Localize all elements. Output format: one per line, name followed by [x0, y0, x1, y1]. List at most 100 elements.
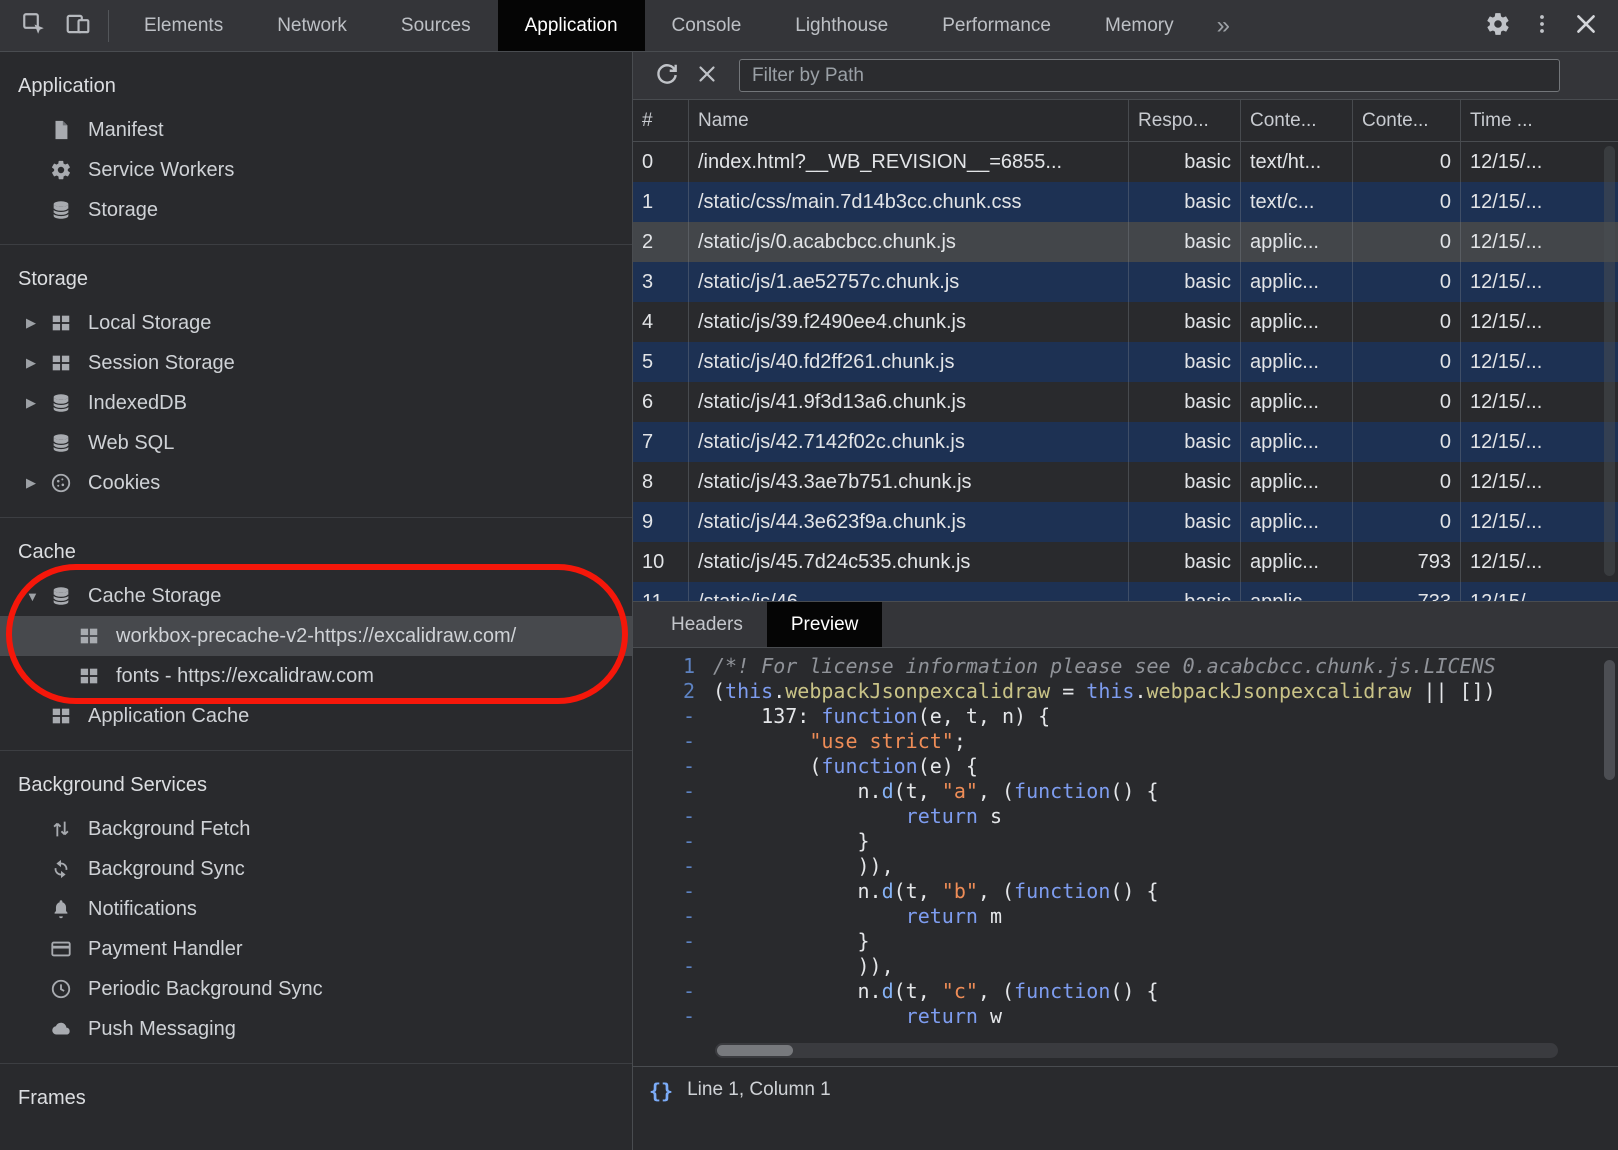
sidebar-item-cookies[interactable]: ▶Cookies — [0, 463, 632, 503]
sidebar-item-storage[interactable]: Storage — [0, 190, 632, 230]
cache-entry-row-6[interactable]: 6/static/js/41.9f3d13a6.chunk.jsbasicapp… — [633, 382, 1618, 422]
column-header-5[interactable]: Time ... — [1461, 100, 1618, 141]
line-number[interactable]: - — [633, 929, 713, 954]
sidebar-item-periodic-background-sync[interactable]: Periodic Background Sync — [0, 969, 632, 1009]
line-number[interactable]: - — [633, 729, 713, 754]
triangle-right-icon[interactable]: ▶ — [26, 395, 50, 411]
line-number[interactable]: - — [633, 1004, 713, 1029]
line-number[interactable]: - — [633, 879, 713, 904]
line-number[interactable]: - — [633, 804, 713, 829]
sidebar-item-fonts-https-excalidraw-com[interactable]: fonts - https://excalidraw.com — [0, 656, 632, 696]
column-header-3[interactable]: Conte... — [1241, 100, 1353, 141]
cache-entry-row-10[interactable]: 10/static/js/45.7d24c535.chunk.jsbasicap… — [633, 542, 1618, 582]
line-number[interactable]: 1 — [633, 654, 713, 679]
cell: 12/15/... — [1461, 382, 1618, 422]
clear-button[interactable] — [687, 56, 727, 96]
sidebar-item-cache-storage[interactable]: ▼Cache Storage — [0, 576, 632, 616]
code-vertical-scrollbar[interactable] — [1604, 660, 1615, 780]
tab-console[interactable]: Console — [645, 0, 769, 51]
refresh-button[interactable] — [647, 56, 687, 96]
device-toolbar-icon — [65, 11, 91, 40]
cloud-icon — [50, 1017, 76, 1041]
tab-performance[interactable]: Performance — [915, 0, 1078, 51]
braces-icon: {} — [649, 1079, 673, 1103]
tab-sources[interactable]: Sources — [374, 0, 498, 51]
application-sidebar: ApplicationManifestService WorkersStorag… — [0, 52, 633, 1150]
cache-entry-row-9[interactable]: 9/static/js/44.3e623f9a.chunk.jsbasicapp… — [633, 502, 1618, 542]
column-header-1[interactable]: Name — [689, 100, 1129, 141]
preview-tab-preview[interactable]: Preview — [767, 602, 883, 647]
code-text: n.d(t, "c", (function() { — [713, 979, 1618, 1004]
line-number[interactable]: - — [633, 829, 713, 854]
cell: /static/js/40.fd2ff261.chunk.js — [689, 342, 1129, 382]
sidebar-item-application-cache[interactable]: Application Cache — [0, 696, 632, 736]
tab-application[interactable]: Application — [498, 0, 645, 51]
triangle-right-icon[interactable]: ▶ — [26, 355, 50, 371]
fetch-arrows-icon — [50, 817, 76, 841]
sidebar-item-indexeddb[interactable]: ▶IndexedDB — [0, 383, 632, 423]
triangle-right-icon[interactable]: ▶ — [26, 475, 50, 491]
line-number[interactable]: - — [633, 754, 713, 779]
cache-entry-row-8[interactable]: 8/static/js/43.3ae7b751.chunk.jsbasicapp… — [633, 462, 1618, 502]
code-text: (this.webpackJsonpexcalidraw = this.webp… — [713, 679, 1618, 704]
sidebar-item-background-fetch[interactable]: Background Fetch — [0, 809, 632, 849]
line-number[interactable]: 2 — [633, 679, 713, 704]
settings-button[interactable] — [1476, 4, 1520, 48]
sidebar-item-push-messaging[interactable]: Push Messaging — [0, 1009, 632, 1049]
table-vertical-scrollbar[interactable] — [1604, 146, 1615, 576]
sidebar-item-background-sync[interactable]: Background Sync — [0, 849, 632, 889]
tab-lighthouse[interactable]: Lighthouse — [768, 0, 915, 51]
more-tabs-button[interactable]: » — [1201, 0, 1246, 51]
line-number[interactable]: - — [633, 779, 713, 804]
sidebar-item-payment-handler[interactable]: Payment Handler — [0, 929, 632, 969]
column-header-4[interactable]: Conte... — [1353, 100, 1461, 141]
cell: 0 — [1353, 222, 1461, 262]
line-number[interactable]: - — [633, 854, 713, 879]
tab-network[interactable]: Network — [250, 0, 374, 51]
filter-by-path-input[interactable] — [739, 59, 1560, 92]
close-devtools-button[interactable] — [1564, 4, 1608, 48]
sidebar-section-application: ApplicationManifestService WorkersStorag… — [0, 52, 632, 245]
device-toolbar-button[interactable] — [56, 4, 100, 48]
line-number[interactable]: - — [633, 904, 713, 929]
cache-entry-row-4[interactable]: 4/static/js/39.f2490ee4.chunk.jsbasicapp… — [633, 302, 1618, 342]
horizontal-scrollbar-thumb[interactable] — [717, 1045, 793, 1056]
cache-entry-row-2[interactable]: 2/static/js/0.acabcbcc.chunk.jsbasicappl… — [633, 222, 1618, 262]
triangle-down-icon[interactable]: ▼ — [26, 589, 50, 604]
line-number[interactable]: - — [633, 979, 713, 1004]
sidebar-item-notifications[interactable]: Notifications — [0, 889, 632, 929]
triangle-right-icon[interactable]: ▶ — [26, 315, 50, 331]
inspect-element-button[interactable] — [12, 4, 56, 48]
sidebar-item-service-workers[interactable]: Service Workers — [0, 150, 632, 190]
tab-elements[interactable]: Elements — [117, 0, 250, 51]
preview-tab-headers[interactable]: Headers — [647, 602, 767, 647]
column-header-0[interactable]: # — [633, 100, 689, 141]
line-number[interactable]: - — [633, 704, 713, 729]
sidebar-item-label: Storage — [88, 199, 158, 222]
cell: basic — [1129, 542, 1241, 582]
code-text: return w — [713, 1004, 1618, 1029]
cell: /static/js/43.3ae7b751.chunk.js — [689, 462, 1129, 502]
cell: basic — [1129, 502, 1241, 542]
database-icon — [50, 431, 76, 455]
horizontal-scrollbar[interactable] — [715, 1043, 1558, 1058]
cell: 7 — [633, 422, 689, 462]
cache-entry-row-1[interactable]: 1/static/css/main.7d14b3cc.chunk.cssbasi… — [633, 182, 1618, 222]
cache-entry-row-5[interactable]: 5/static/js/40.fd2ff261.chunk.jsbasicapp… — [633, 342, 1618, 382]
code-line: - "use strict"; — [633, 729, 1618, 754]
line-number[interactable]: - — [633, 954, 713, 979]
cache-entry-row-11[interactable]: 11/static/js/46...basicapplic...73312/15… — [633, 582, 1618, 602]
cache-entry-row-3[interactable]: 3/static/js/1.ae52757c.chunk.jsbasicappl… — [633, 262, 1618, 302]
sidebar-item-manifest[interactable]: Manifest — [0, 110, 632, 150]
column-header-2[interactable]: Respo... — [1129, 100, 1241, 141]
sidebar-item-web-sql[interactable]: Web SQL — [0, 423, 632, 463]
sidebar-item-session-storage[interactable]: ▶Session Storage — [0, 343, 632, 383]
sidebar-item-workbox-precache-v2-https-excalidraw-com[interactable]: workbox-precache-v2-https://excalidraw.c… — [0, 616, 632, 656]
cache-entry-row-7[interactable]: 7/static/js/42.7142f02c.chunk.jsbasicapp… — [633, 422, 1618, 462]
menu-button[interactable] — [1520, 4, 1564, 48]
tab-memory[interactable]: Memory — [1078, 0, 1201, 51]
cache-entry-row-0[interactable]: 0/index.html?__WB_REVISION__=6855...basi… — [633, 142, 1618, 182]
cell: text/c... — [1241, 182, 1353, 222]
code-line: - n.d(t, "c", (function() { — [633, 979, 1618, 1004]
sidebar-item-local-storage[interactable]: ▶Local Storage — [0, 303, 632, 343]
